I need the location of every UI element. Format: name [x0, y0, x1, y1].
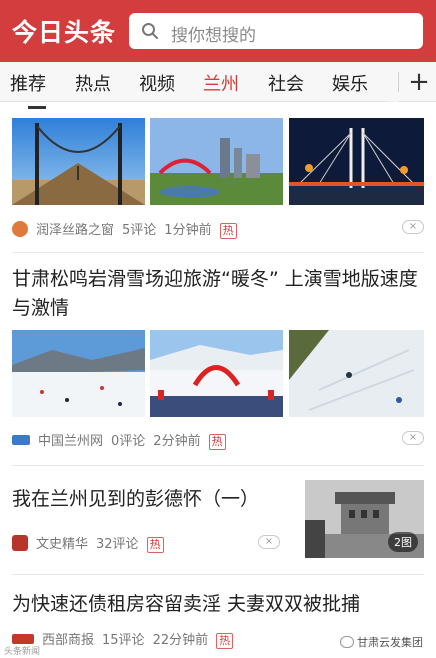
tab-video[interactable]: 视频 [139, 70, 175, 96]
watermark-right-text: 甘肃云发集团 [357, 636, 423, 649]
article-image-ski-slope[interactable] [12, 330, 145, 417]
hot-badge: 热 [216, 633, 234, 649]
feed-divider [12, 574, 424, 575]
dismiss-button[interactable]: × [402, 220, 424, 234]
article-image-skier[interactable] [289, 330, 424, 417]
source-logo-icon [12, 435, 30, 445]
article-source[interactable]: 文史精华 [36, 537, 88, 552]
source-logo-icon [12, 535, 28, 551]
article-image-city-park[interactable] [150, 118, 283, 205]
article-source[interactable]: 西部商报 [42, 633, 94, 648]
search-box[interactable]: 搜你想搜的 [129, 13, 423, 49]
article-3-meta: 文史精华 32评论热 [12, 533, 172, 553]
article-title[interactable]: 我在兰州见到的彭德怀（一） [12, 485, 292, 514]
tab-hot[interactable]: 热点 [75, 70, 111, 96]
article-title[interactable]: 甘肃松鸣岩滑雪场迎旅游“暖冬” 上演雪地版速度与激情 [12, 265, 424, 323]
article-title[interactable]: 为快速还债租房容留卖淫 夫妻双双被批捕 [12, 590, 424, 619]
city-park-photo [150, 118, 283, 205]
comment-count: 0评论 [111, 434, 146, 449]
night-bridge-photo [289, 118, 424, 205]
source-logo-icon [12, 634, 34, 644]
source-avatar-icon [12, 221, 28, 237]
dismiss-button[interactable]: × [402, 431, 424, 445]
tab-fade [384, 62, 398, 102]
publish-time: 2分钟前 [153, 434, 201, 449]
tab-entertainment[interactable]: 娱乐 [332, 70, 368, 96]
hot-badge: 热 [146, 537, 164, 553]
publish-time: 1分钟前 [164, 223, 212, 238]
tab-separator [398, 72, 399, 92]
search-placeholder: 搜你想搜的 [171, 26, 256, 46]
tab-recommend[interactable]: 推荐 [10, 70, 46, 96]
hot-badge: 热 [219, 223, 237, 239]
add-channel-button[interactable]: + [402, 64, 436, 100]
hot-badge: 热 [208, 434, 226, 450]
article-2-meta: 中国兰州网 0评论 2分钟前热 [12, 430, 234, 450]
search-icon [142, 23, 158, 39]
article-image-night-bridge[interactable] [289, 118, 424, 205]
dismiss-button[interactable]: × [258, 535, 280, 549]
article-image-gate-tower[interactable]: 2图 [305, 480, 424, 558]
image-count-badge: 2图 [388, 532, 418, 552]
article-4-meta: 西部商报 15评论 22分钟前热 [12, 629, 241, 649]
watermark-right: 甘肃云发集团 [340, 634, 423, 650]
comment-count: 15评论 [102, 633, 145, 648]
tab-society[interactable]: 社会 [268, 70, 304, 96]
watermark-left: 头条新闻 [4, 647, 41, 657]
article-1-meta: 润泽丝路之窗 5评论 1分钟前热 [12, 219, 245, 239]
ski-crowd-photo [150, 330, 283, 417]
article-image-bridge[interactable] [12, 118, 145, 205]
article-source[interactable]: 中国兰州网 [38, 434, 103, 449]
clipped-title-fragment [28, 103, 46, 109]
comment-count: 32评论 [96, 537, 139, 552]
channel-tabs: 推荐 热点 视频 兰州 社会 娱乐 + [0, 62, 436, 102]
ski-slope-photo [12, 330, 145, 417]
comment-count: 5评论 [122, 223, 157, 238]
feed-divider [12, 465, 424, 466]
article-source[interactable]: 润泽丝路之窗 [36, 223, 114, 238]
article-image-ski-crowd[interactable] [150, 330, 283, 417]
skier-photo [289, 330, 424, 417]
tab-lanzhou[interactable]: 兰州 [203, 70, 239, 96]
publish-time: 22分钟前 [152, 633, 209, 648]
app-logo[interactable]: 今日头条 [12, 13, 116, 49]
feed-divider [12, 252, 424, 253]
bridge-photo [12, 118, 145, 205]
top-header: 今日头条 搜你想搜的 [0, 0, 436, 62]
wechat-icon [340, 636, 354, 648]
